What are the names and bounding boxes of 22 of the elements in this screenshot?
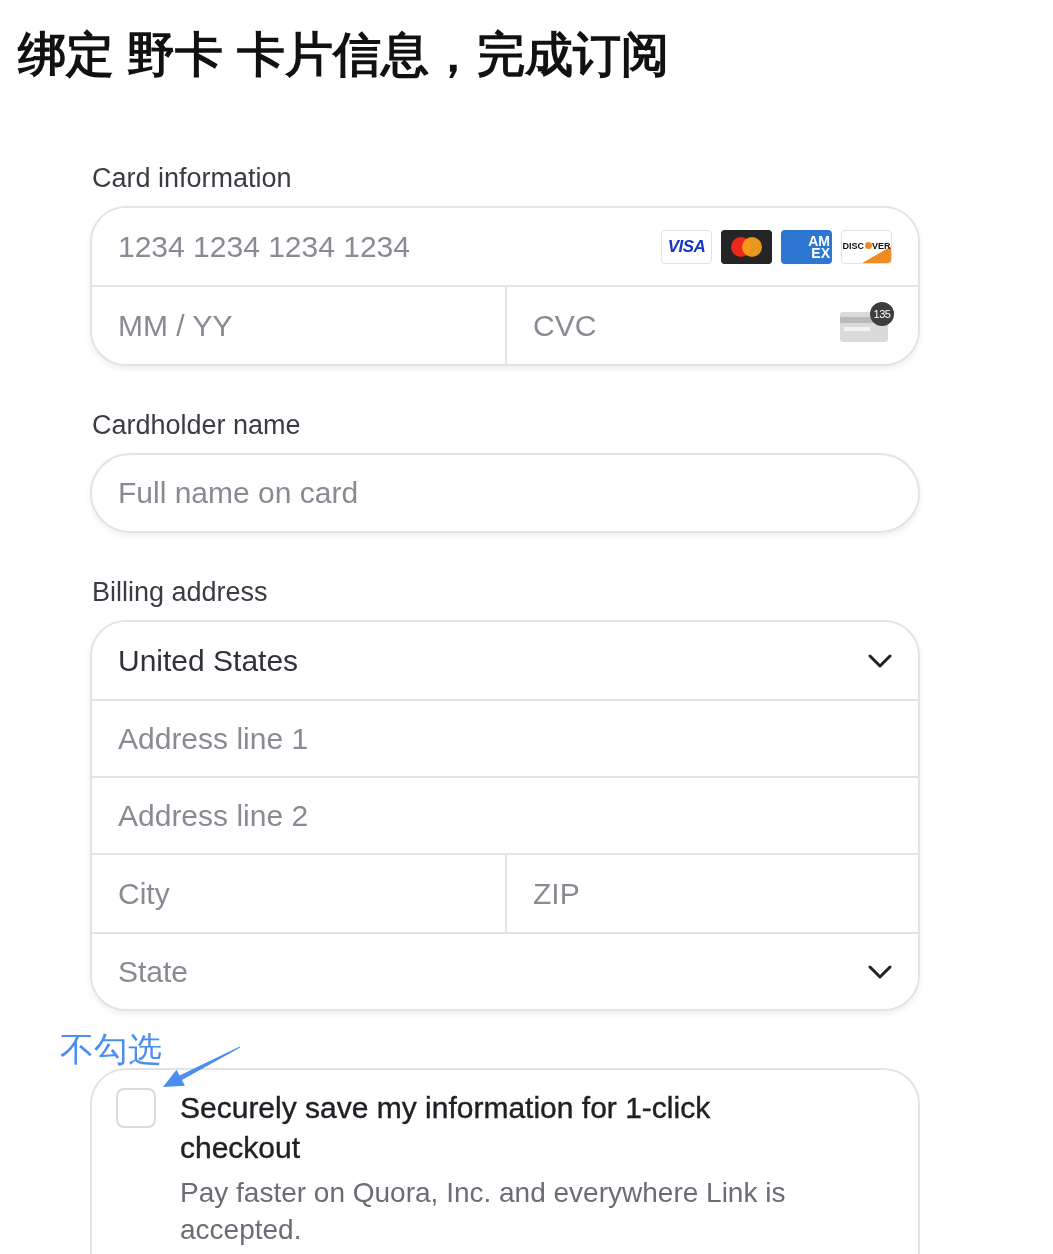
field-label: Card information [92,162,292,194]
dropdown-field[interactable]: United States [92,622,918,699]
option-description: Pay faster on Quora, Inc. and everywhere Link is accepted. [180,1176,787,1247]
field-label: Billing address [92,576,268,608]
cvc-field[interactable]: CVC 135 [505,287,918,364]
card-brand-logo: AM EX [781,229,832,264]
name-field[interactable]: Full name on card [90,453,920,533]
expiry-field[interactable]: MM / YY [92,287,505,364]
field-label: Cardholder name [92,409,301,441]
chevron-down-icon [868,964,892,979]
input-field[interactable]: ZIP [505,855,918,932]
page-title: 绑定 野卡 卡片信息，完成订阅 [16,27,669,83]
option-title: Securely save my information for 1-click checkout [180,1090,712,1166]
cvc-digits-badge: 135 [870,301,894,326]
card-brand-logo: VISA [661,229,712,264]
card-brand-logo: DISC VER [841,229,892,264]
card-brand-logo [721,229,772,264]
input-field[interactable]: Address line 1 [92,699,918,776]
annotation-text: 不勾选 [60,1030,162,1068]
chevron-down-icon [868,653,892,668]
input-field[interactable]: Address line 2 [92,776,918,853]
save-info-checkbox[interactable] [116,1088,156,1128]
